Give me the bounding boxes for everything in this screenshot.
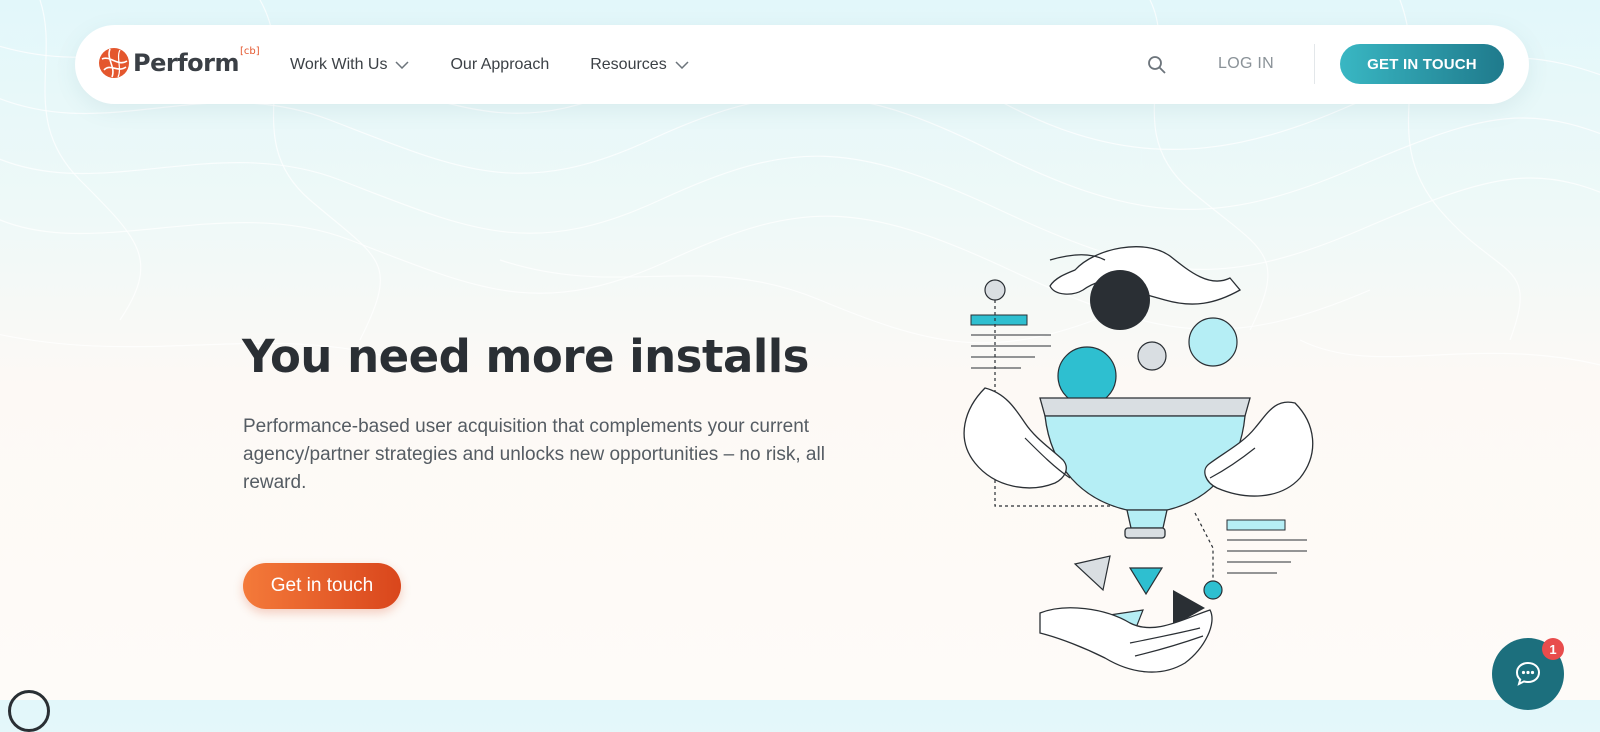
perform-logo-icon bbox=[99, 48, 129, 78]
chevron-down-icon bbox=[675, 60, 689, 69]
hero-subtitle: Performance-based user acquisition that … bbox=[243, 416, 825, 493]
hero-title: You need more installs bbox=[242, 330, 809, 383]
get-in-touch-hero-button[interactable]: Get in touch bbox=[243, 563, 401, 609]
search-icon[interactable] bbox=[1147, 55, 1167, 75]
menu-item-label: Work With Us bbox=[290, 55, 388, 73]
accessibility-widget-edge[interactable] bbox=[8, 690, 50, 732]
chat-notification-badge: 1 bbox=[1542, 638, 1564, 660]
nav-divider bbox=[1314, 44, 1315, 84]
chevron-down-icon bbox=[395, 60, 410, 69]
menu-item-label: Our Approach bbox=[450, 55, 550, 73]
funnel-illustration bbox=[963, 246, 1314, 673]
brand-logo[interactable]: Perform [cb] bbox=[98, 45, 260, 79]
login-link[interactable]: LOG IN bbox=[1218, 55, 1274, 73]
main-menu: Work With Us Our Approach Resources bbox=[290, 25, 730, 104]
chat-bubble-icon bbox=[1515, 661, 1541, 686]
logo-superscript: [cb] bbox=[239, 45, 260, 57]
logo-wordmark: Perform bbox=[133, 49, 239, 77]
menu-item-our-approach[interactable]: Our Approach bbox=[450, 56, 549, 74]
menu-item-label: Resources bbox=[590, 55, 667, 73]
dark-ball bbox=[1090, 270, 1150, 330]
menu-item-resources[interactable]: Resources bbox=[590, 55, 689, 74]
top-navigation-bar: Perform [cb] Work With Us Our Approach R… bbox=[75, 25, 1529, 104]
menu-item-work-with-us[interactable]: Work With Us bbox=[290, 55, 410, 74]
get-in-touch-nav-button[interactable]: GET IN TOUCH bbox=[1340, 44, 1504, 84]
